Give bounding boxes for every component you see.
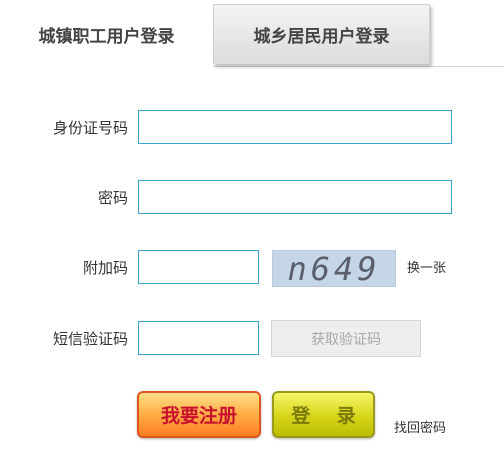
id-number-input[interactable] xyxy=(138,110,452,144)
login-button[interactable]: 登 录 xyxy=(272,391,375,438)
register-button[interactable]: 我要注册 xyxy=(137,391,261,438)
get-sms-code-button[interactable]: 获取验证码 xyxy=(271,320,421,357)
extra-code-input[interactable] xyxy=(138,250,259,284)
captcha-refresh-link[interactable]: 换一张 xyxy=(407,250,446,287)
tab-urban-employee[interactable]: 城镇职工用户登录 xyxy=(0,0,213,68)
login-tabs: 城镇职工用户登录 城乡居民用户登录 xyxy=(0,0,504,68)
tab-urban-rural-resident[interactable]: 城乡居民用户登录 xyxy=(213,4,430,64)
forgot-password-link[interactable]: 找回密码 xyxy=(394,417,446,436)
captcha-image[interactable]: n649 xyxy=(272,250,396,288)
password-input[interactable] xyxy=(138,180,452,214)
sms-code-input[interactable] xyxy=(138,321,259,355)
extra-code-label: 附加码 xyxy=(82,259,128,277)
id-label: 身份证号码 xyxy=(52,119,128,137)
password-label: 密码 xyxy=(97,189,128,207)
tab-divider xyxy=(213,66,504,67)
sms-label: 短信验证码 xyxy=(52,330,128,348)
